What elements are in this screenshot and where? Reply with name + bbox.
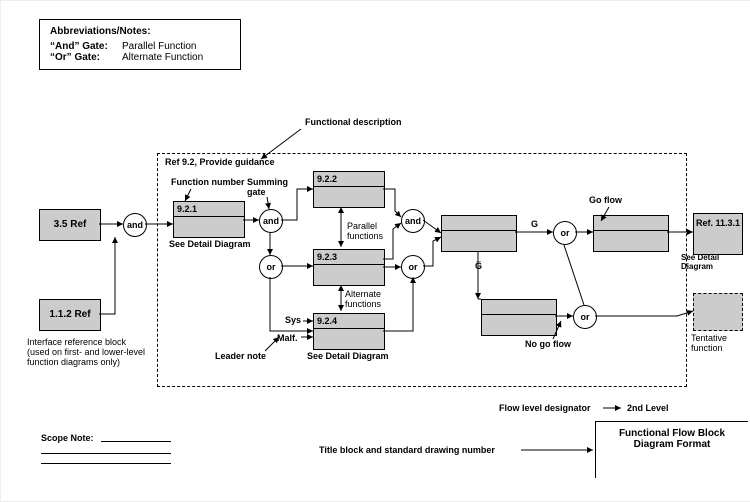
go-flow: Go flow xyxy=(589,195,622,205)
gate-or-3: or xyxy=(553,221,577,245)
gate-and-1: and xyxy=(123,213,147,237)
block-9-2-2: 9.2.2 xyxy=(313,171,385,208)
abbreviations-box: Abbreviations/Notes: “And” Gate:Parallel… xyxy=(39,19,241,70)
title-block-label: Title block and standard drawing number xyxy=(319,445,495,455)
or-gate-label: “Or” Gate: xyxy=(50,52,122,63)
alternate-functions: Alternate functions xyxy=(345,289,399,309)
block-9-2-1: 9.2.1 xyxy=(173,201,245,238)
title-block-text: Functional Flow Block Diagram Format xyxy=(619,428,725,450)
sys-label: Sys xyxy=(285,315,301,325)
see-detail-2: See Detail Diagram xyxy=(307,351,389,361)
gate-or-4: or xyxy=(573,305,597,329)
scope-note: Scope Note: xyxy=(41,433,94,443)
gate-or-1: or xyxy=(259,255,283,279)
parallel-functions: Parallel functions xyxy=(347,221,397,241)
block-9-2-3: 9.2.3 xyxy=(313,249,385,286)
block-9-2-3-label: 9.2.3 xyxy=(314,250,384,265)
g-bar-label: G̅ xyxy=(475,261,482,271)
scope-line-2 xyxy=(41,453,171,454)
no-go-flow: No go flow xyxy=(525,339,571,349)
gate-or-2: or xyxy=(401,255,425,279)
func-number: Function number xyxy=(171,177,245,187)
g-label: G xyxy=(531,219,538,229)
or-gate-desc: Alternate Function xyxy=(122,52,203,63)
tentative-label: Tentative function xyxy=(691,333,747,353)
flow-level-val: 2nd Level xyxy=(627,403,669,413)
block-right xyxy=(593,215,669,252)
block-lower xyxy=(481,299,557,336)
func-desc: Functional description xyxy=(305,117,402,127)
see-detail-3: See Detail Diagram xyxy=(681,253,750,271)
scope-line-1 xyxy=(101,441,171,442)
diagram-canvas: Abbreviations/Notes: “And” Gate:Parallel… xyxy=(0,0,750,502)
malf-label: Malf. xyxy=(277,333,298,343)
ref-11-3-1: Ref. 11.3.1 xyxy=(693,213,743,255)
leader-note: Leader note xyxy=(215,351,266,361)
block-9-2-1-label: 9.2.1 xyxy=(174,202,244,217)
flow-level-label: Flow level designator xyxy=(499,403,591,413)
gate-and-2: and xyxy=(259,209,283,233)
tentative-block xyxy=(693,293,743,331)
and-gate-label: “And” Gate: xyxy=(50,41,122,52)
notes-heading: Abbreviations/Notes: xyxy=(50,26,230,37)
ref-1-1-2: 1.1.2 Ref xyxy=(39,299,101,331)
summing-gate: Summing gate xyxy=(247,177,297,197)
gate-and-3: and xyxy=(401,209,425,233)
title-block: Functional Flow Block Diagram Format xyxy=(595,421,748,478)
see-detail-1: See Detail Diagram xyxy=(169,239,251,249)
block-9-2-4-label: 9.2.4 xyxy=(314,314,384,329)
iref-note: Interface reference block (used on first… xyxy=(27,337,147,367)
ref-3-5: 3.5 Ref xyxy=(39,209,101,241)
block-9-2-4: 9.2.4 xyxy=(313,313,385,350)
context-title: Ref 9.2, Provide guidance xyxy=(165,157,275,167)
scope-line-3 xyxy=(41,463,171,464)
and-gate-desc: Parallel Function xyxy=(122,41,196,52)
block-9-2-2-label: 9.2.2 xyxy=(314,172,384,187)
block-mid xyxy=(441,215,517,252)
